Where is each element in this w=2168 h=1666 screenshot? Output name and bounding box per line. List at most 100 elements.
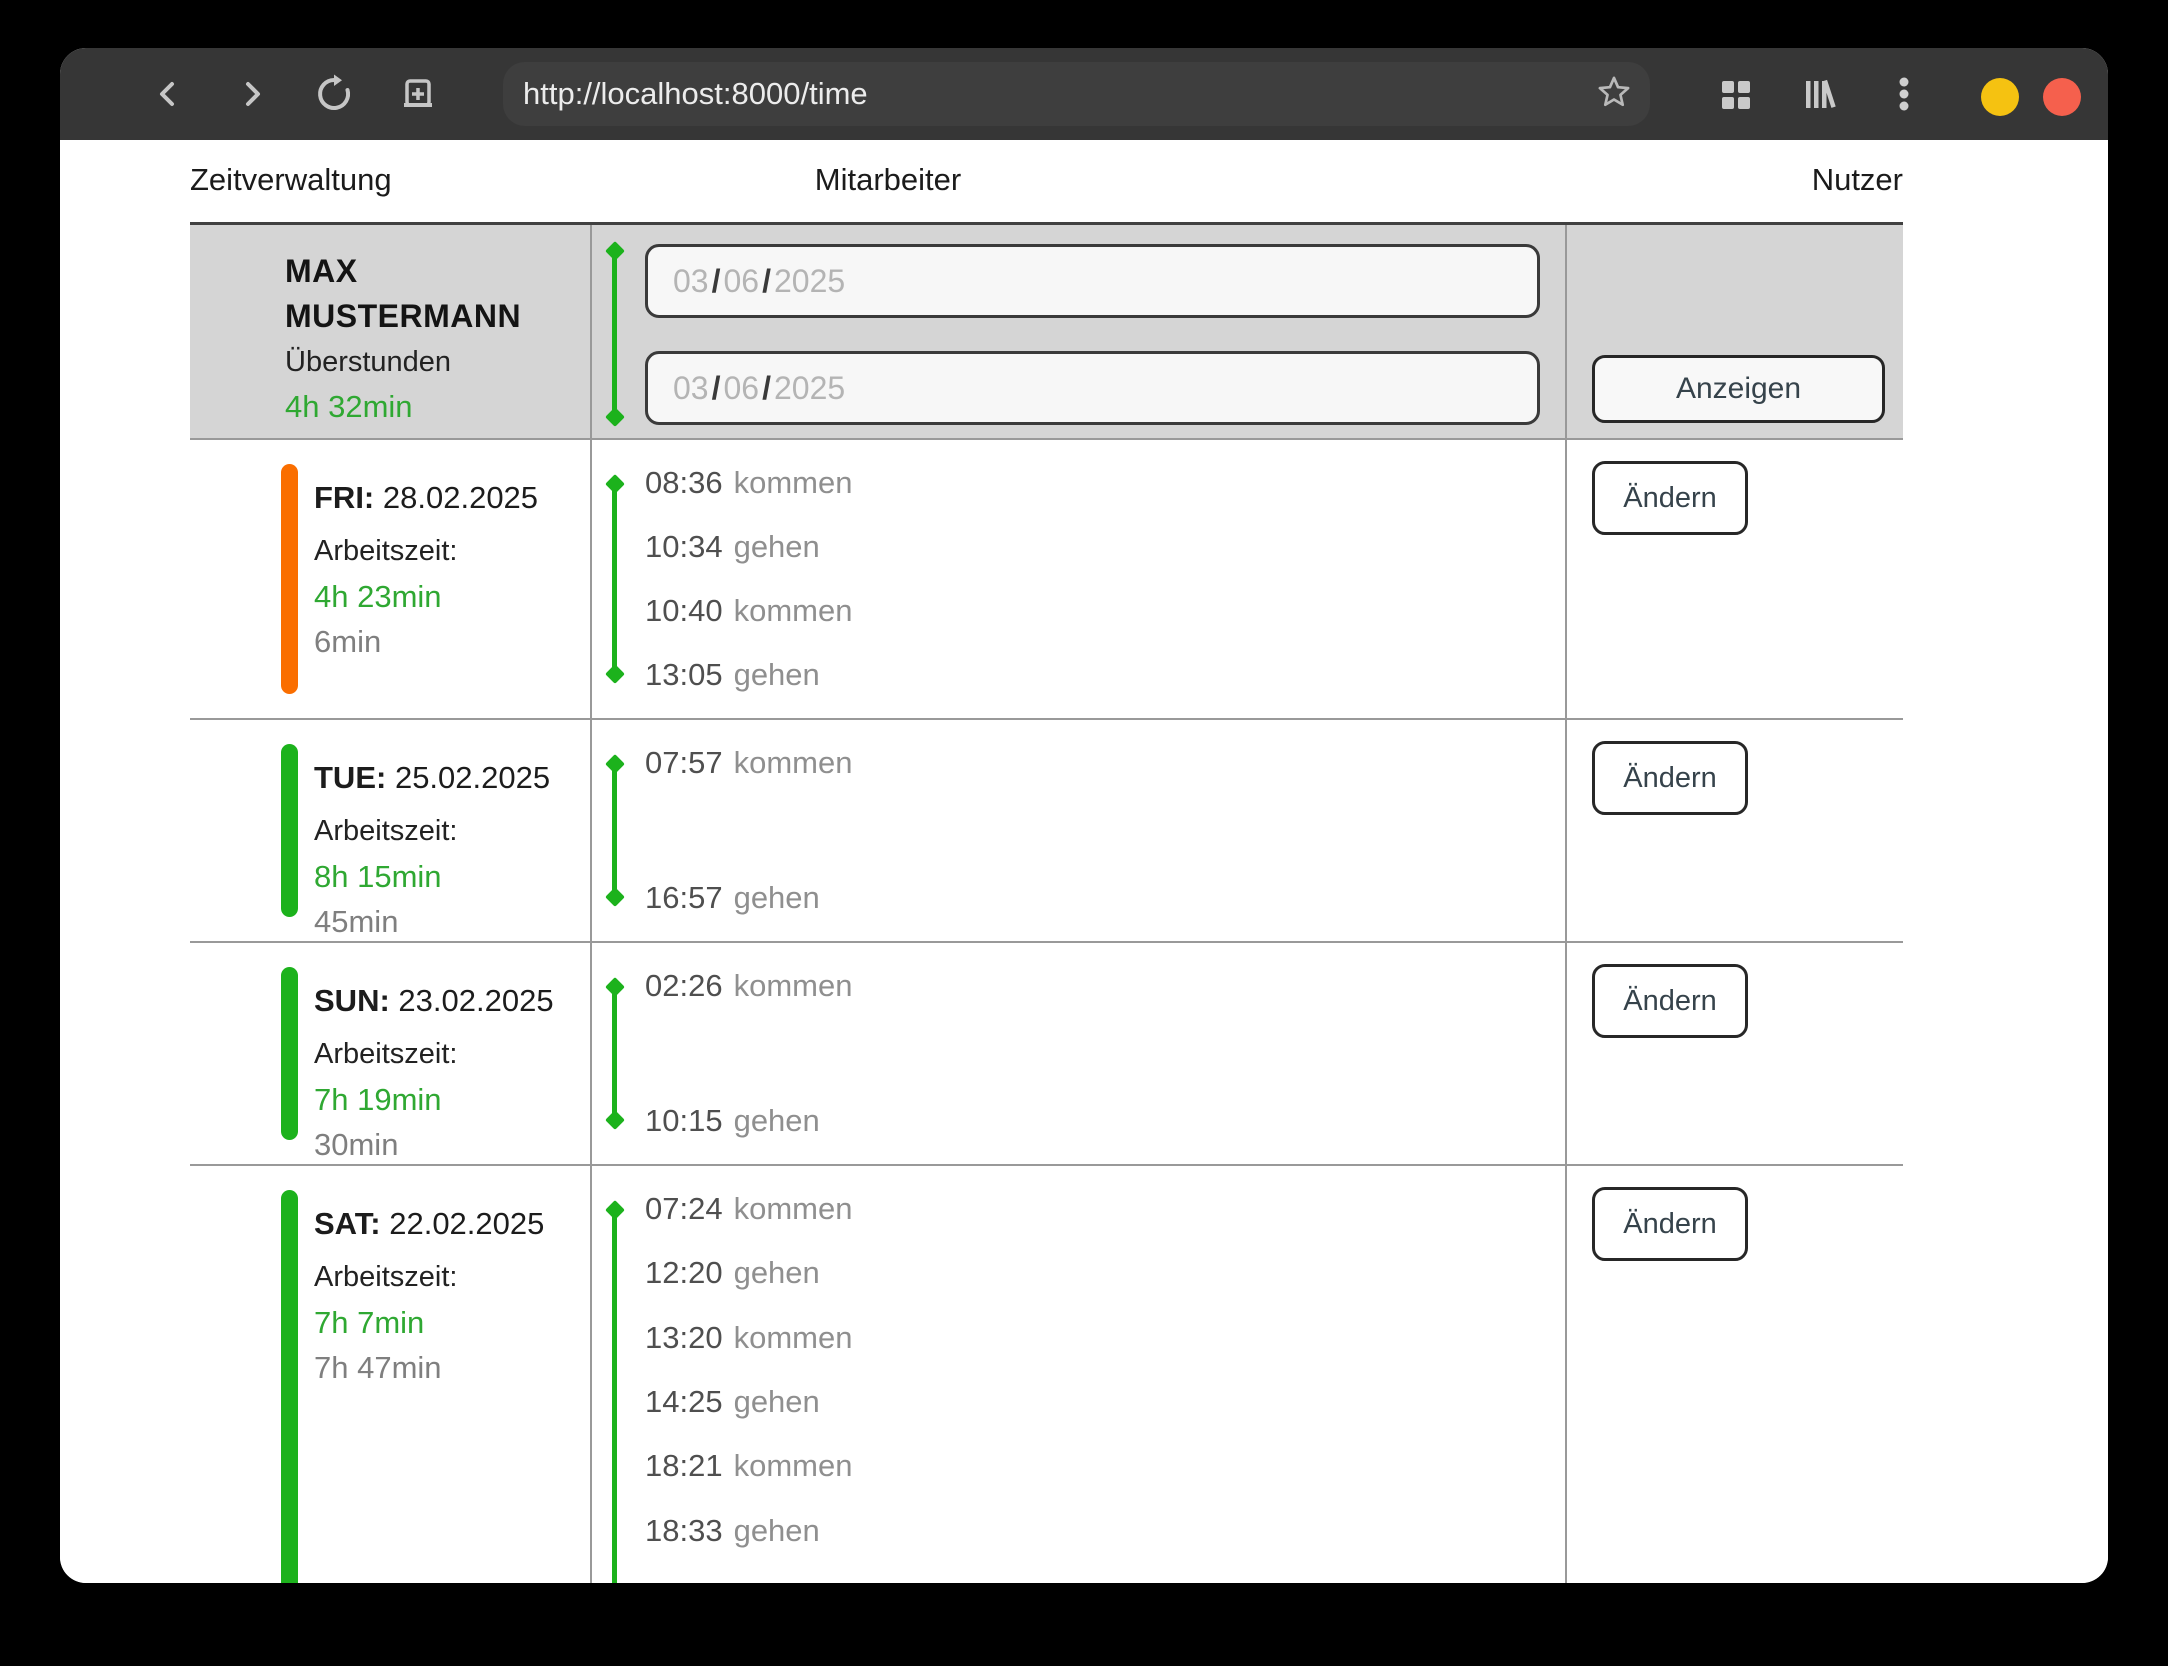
time-entry: 13:20kommen [592,1319,1565,1357]
bookmark-button[interactable] [1592,76,1636,112]
date-from-day: 03 [673,263,709,300]
entry-time: 02:26 [645,968,723,1003]
employee-name-line1: MAX [285,249,590,294]
day-date: 23.02.2025 [398,983,553,1018]
date-from-input[interactable]: 03/06/2025 [645,244,1540,318]
date-to-input[interactable]: 03/06/2025 [645,351,1540,425]
worktime-label: Arbeitszeit: [314,528,590,574]
day-action-cell: Ändern [1567,440,1903,718]
anzeigen-button[interactable]: Anzeigen [1592,355,1885,423]
aendern-button[interactable]: Ändern [1592,1187,1748,1261]
time-entry: 14:25gehen [592,1383,1565,1421]
entry-time: 10:40 [645,593,723,628]
entry-time: 18:33 [645,1513,723,1548]
date-to-month: 06 [723,370,759,407]
aendern-button[interactable]: Ändern [1592,461,1748,535]
entry-type: kommen [734,465,853,500]
entry-time: 16:57 [645,880,723,915]
day-summary: SUN: 23.02.2025 Arbeitszeit: 7h 19min 30… [190,943,592,1164]
entry-type: kommen [734,968,853,1003]
aendern-button[interactable]: Ändern [1592,741,1748,815]
status-bar [281,1190,298,1583]
day-row-fri: FRI: 28.02.2025 Arbeitszeit: 4h 23min 6m… [190,440,1903,720]
date-separator: / [709,263,724,300]
day-row-sat: SAT: 22.02.2025 Arbeitszeit: 7h 7min 7h … [190,1166,1903,1583]
entry-time: 14:25 [645,1384,723,1419]
worktime-value: 4h 23min [314,574,590,619]
library-icon [1800,74,1840,114]
entry-type: gehen [734,657,820,692]
pause-value: 45min [314,899,590,944]
url-text[interactable]: http://localhost:8000/time [503,76,868,112]
entry-time: 13:05 [645,657,723,692]
library-button[interactable] [1788,48,1852,140]
worktime-label: Arbeitszeit: [314,808,590,854]
day-times: 08:36 kommen 10:34gehen 10:40 kommen 13:05 geh… [592,440,1567,718]
close-button[interactable] [2043,78,2081,116]
filter-action-cell: Anzeigen [1567,225,1903,438]
browser-window: http://localhost:8000/time [60,48,2108,1583]
entry-type: gehen [734,1255,820,1290]
new-tab-button[interactable] [386,48,450,140]
time-entry: 10:34gehen [592,528,1565,566]
overtime-label: Überstunden [285,340,590,384]
day-timeline [612,483,617,675]
day-label: FRI: [314,480,374,515]
time-entry: 07:24kommen [592,1190,1565,1228]
date-to-year: 2025 [774,370,845,407]
star-icon [1596,74,1632,115]
day-summary: SAT: 22.02.2025 Arbeitszeit: 7h 7min 7h … [190,1166,592,1583]
entry-type: kommen [734,593,853,628]
entry-time: 18:21 [645,1448,723,1483]
apps-grid-button[interactable] [1703,48,1767,140]
reload-button[interactable] [302,48,366,140]
time-entry: 12:20gehen [592,1254,1565,1292]
time-entry: 21:34 kommen [592,1576,1565,1583]
forward-button[interactable] [220,48,284,140]
date-separator: / [759,263,774,300]
day-action-cell: Ändern [1567,1166,1903,1583]
new-tab-icon [399,75,437,113]
pause-value: 7h 47min [314,1345,590,1390]
address-bar[interactable]: http://localhost:8000/time [503,62,1650,126]
main-nav: Zeitverwaltung Mitarbeiter Nutzer [190,158,1903,202]
nav-item-mitarbeiter[interactable]: Mitarbeiter [815,158,961,202]
day-label: TUE: [314,760,386,795]
pause-value: 6min [314,619,590,664]
day-timeline [612,986,617,1121]
worktime-value: 7h 7min [314,1300,590,1345]
entry-time: 07:57 [645,745,723,780]
entry-time: 21:34 [645,1577,723,1583]
nav-item-nutzer[interactable]: Nutzer [1812,158,1903,202]
entry-type: gehen [734,1513,820,1548]
time-entry: 07:57kommen [592,744,1565,782]
time-entry: 02:26 kommen [592,967,1565,1005]
entry-type: kommen [734,1577,853,1583]
day-times: 07:24kommen12:20gehen13:20kommen14:25geh… [592,1166,1567,1583]
status-bar [281,744,298,917]
day-row-sun: SUN: 23.02.2025 Arbeitszeit: 7h 19min 30… [190,943,1903,1166]
date-filter-cell: 03/06/2025 03/06/2025 [592,225,1567,438]
back-arrow-icon [151,77,185,111]
minimize-button[interactable] [1981,78,2019,116]
menu-button[interactable] [1872,48,1936,140]
reload-icon [314,74,354,114]
nav-item-zeitverwaltung[interactable]: Zeitverwaltung [190,158,392,202]
date-to-day: 03 [673,370,709,407]
entry-time: 08:36 [645,465,723,500]
day-times: 02:26kommen10:15gehen [592,943,1567,1164]
filter-row: MAX MUSTERMANN Überstunden 4h 32min 03/0… [190,225,1903,440]
entry-type: kommen [734,1191,853,1226]
date-separator: / [759,370,774,407]
status-bar [281,464,298,694]
time-entry: 16:57gehen [592,879,1565,917]
day-label: SUN: [314,983,390,1018]
entry-type: kommen [734,1448,853,1483]
worktime-label: Arbeitszeit: [314,1254,590,1300]
worktime-label: Arbeitszeit: [314,1031,590,1077]
employee-summary: MAX MUSTERMANN Überstunden 4h 32min [190,225,592,438]
back-button[interactable] [136,48,200,140]
aendern-button[interactable]: Ändern [1592,964,1748,1038]
time-entry: 13:05 gehen [592,656,1565,694]
time-entry: 08:36 kommen [592,464,1565,502]
